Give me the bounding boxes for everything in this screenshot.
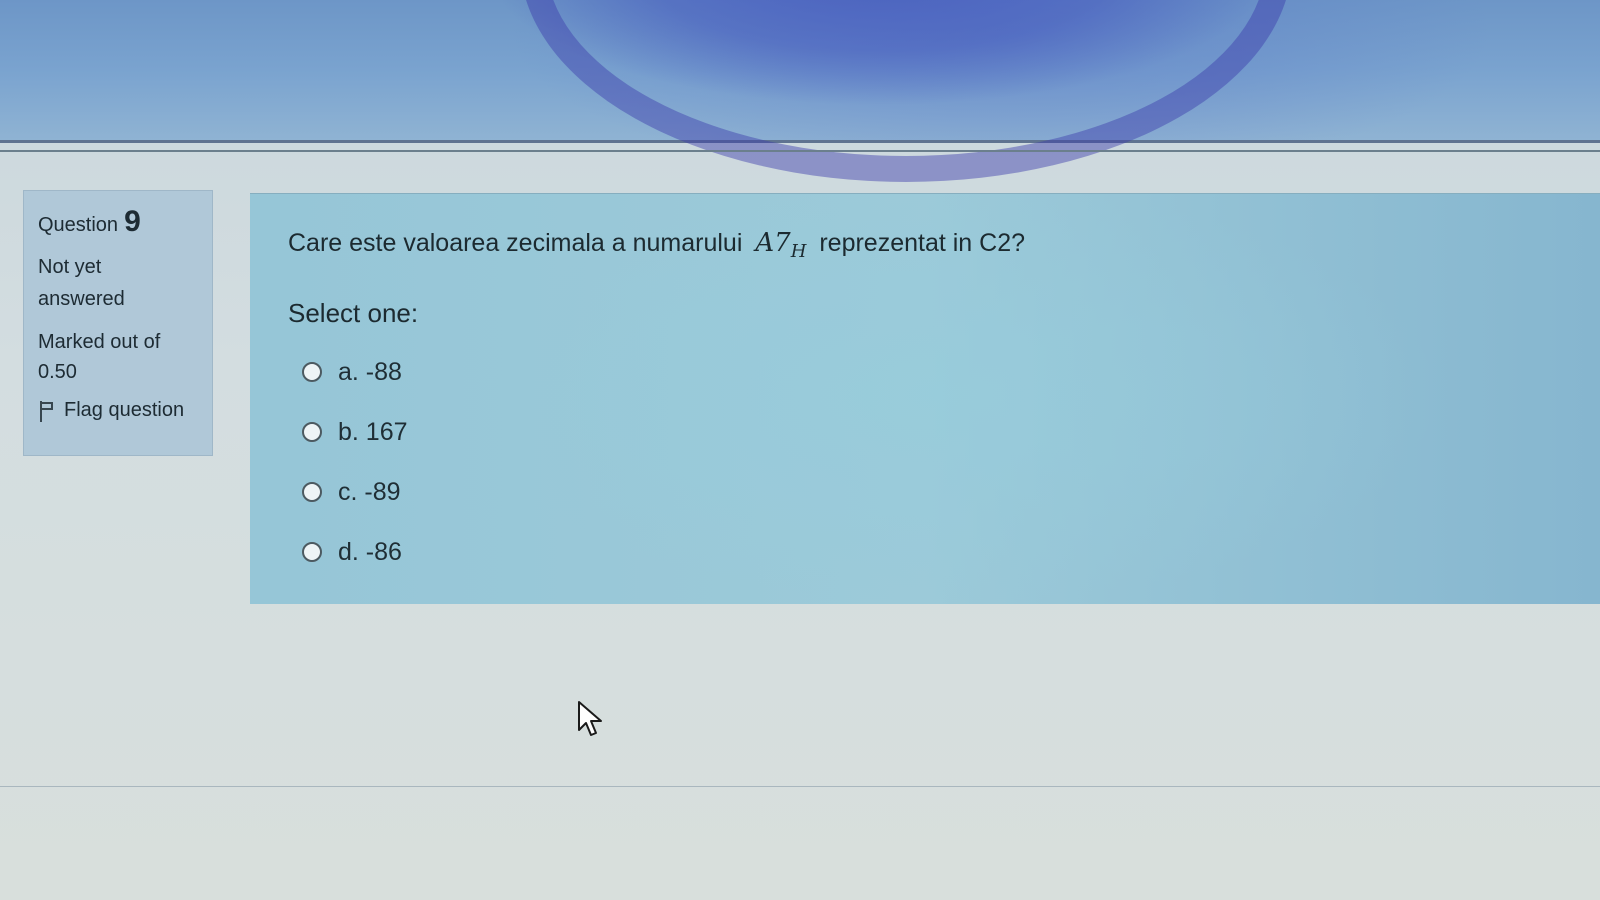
answer-options: a. -88 b. 167 c. -89 d. -86 — [302, 342, 408, 582]
math-subscript: H — [790, 241, 807, 263]
question-text-before: Care este valoarea zecimala a numarului — [288, 229, 743, 257]
option-c-label[interactable]: c. -89 — [338, 478, 401, 507]
option-c[interactable]: c. -89 — [302, 462, 408, 522]
flag-question-button[interactable]: Flag question — [38, 399, 198, 422]
radio-button-b[interactable] — [302, 422, 322, 442]
flag-question-label: Flag question — [64, 399, 185, 421]
grade-text-line2: 0.50 — [38, 361, 77, 383]
state-text-line2: answered — [38, 288, 125, 310]
state-text-line1: Not yet — [38, 256, 102, 278]
math-main: A7 — [755, 228, 791, 258]
question-content-panel: Care este valoarea zecimala a numarului … — [250, 193, 1600, 604]
option-b[interactable]: b. 167 — [302, 402, 408, 462]
question-info-panel: Question 9 Not yet answered Marked out o… — [23, 190, 213, 456]
question-state: Not yet answered — [38, 251, 198, 315]
question-math: A7H — [755, 228, 806, 262]
option-a[interactable]: a. -88 — [302, 342, 408, 402]
question-number-line: Question 9 — [38, 205, 198, 239]
option-d[interactable]: d. -86 — [302, 522, 408, 582]
radio-button-d[interactable] — [302, 542, 322, 562]
mouse-cursor-icon — [578, 701, 602, 736]
question-text-after: reprezentat in C2? — [819, 229, 1026, 257]
question-grade: Marked out of 0.50 — [38, 327, 198, 387]
radio-button-a[interactable] — [302, 362, 322, 382]
grade-text-line1: Marked out of — [38, 331, 161, 353]
question-number: 9 — [124, 205, 141, 238]
question-text: Care este valoarea zecimala a numarului … — [288, 228, 1025, 262]
select-one-label: Select one: — [288, 298, 419, 328]
footer-divider — [0, 786, 1600, 787]
radio-button-c[interactable] — [302, 482, 322, 502]
header-banner — [0, 0, 1600, 182]
question-label: Question — [38, 214, 119, 236]
divider — [0, 150, 1600, 152]
flag-icon — [38, 400, 56, 422]
option-a-label[interactable]: a. -88 — [338, 358, 402, 387]
header-decoration — [520, 0, 1292, 182]
option-b-label[interactable]: b. 167 — [338, 418, 408, 447]
option-d-label[interactable]: d. -86 — [338, 538, 402, 567]
